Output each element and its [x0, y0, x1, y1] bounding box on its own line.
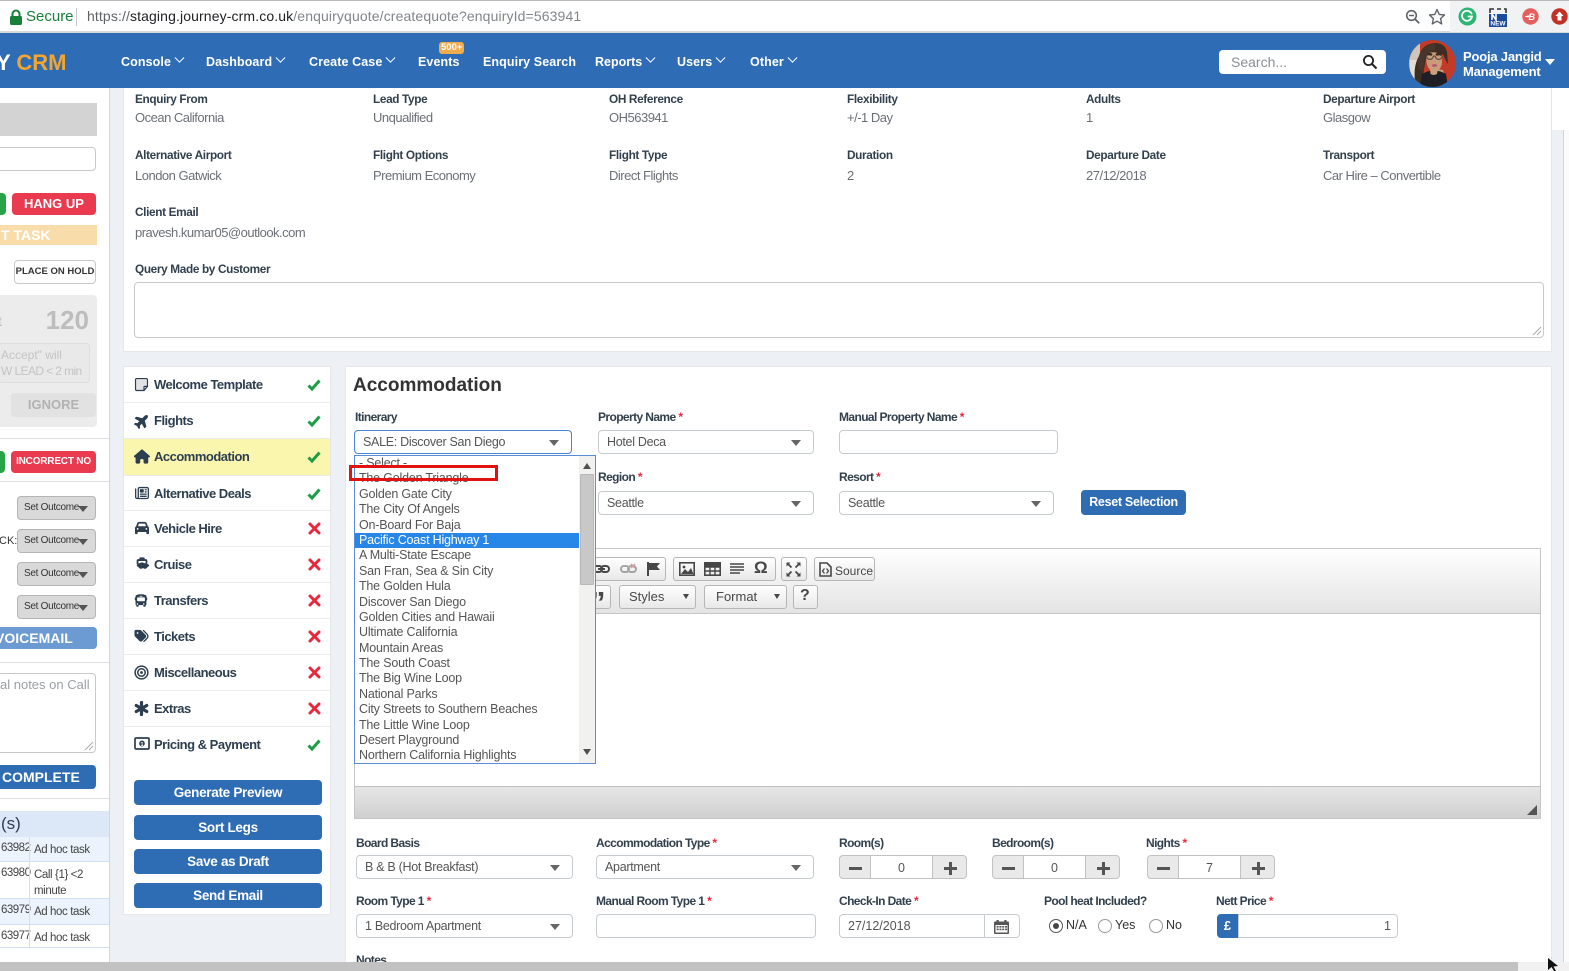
svg-text:B: B — [1529, 12, 1536, 22]
svg-text:1: 1 — [140, 742, 143, 748]
svg-text:NEW: NEW — [1490, 21, 1506, 28]
